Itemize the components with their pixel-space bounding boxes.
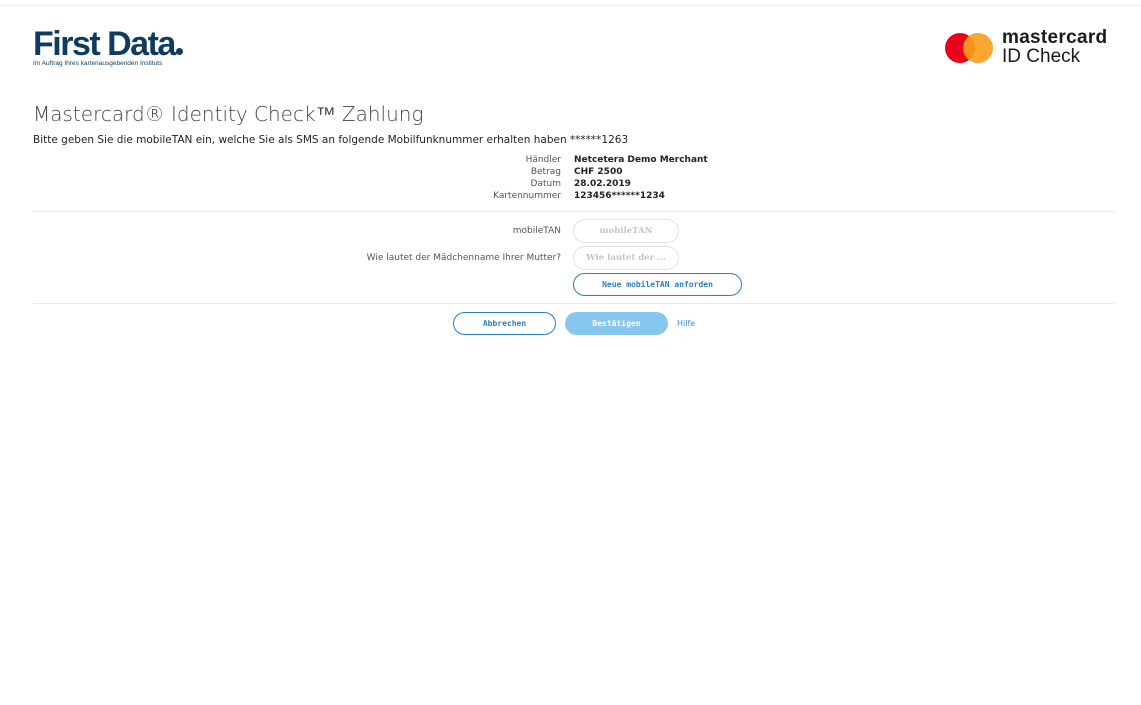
page: First Data Im Auftrag Ihres kartenausgeb… bbox=[0, 0, 1141, 705]
mastercard-circles-icon bbox=[945, 33, 993, 63]
detail-label: Betrag bbox=[530, 167, 561, 177]
detail-row-merchant: Händler Netcetera Demo Merchant bbox=[0, 154, 1141, 166]
cancel-button[interactable]: Abbrechen bbox=[453, 312, 556, 335]
detail-row-amount: Betrag CHF 2500 bbox=[0, 166, 1141, 178]
detail-row-card-number: Kartennummer 123456******1234 bbox=[0, 190, 1141, 202]
security-question-label: Wie lautet der Mädchenname Ihrer Mutter? bbox=[366, 253, 561, 263]
transaction-details: Händler Netcetera Demo Merchant Betrag C… bbox=[0, 154, 1141, 202]
divider-top bbox=[33, 211, 1114, 212]
mobile-tan-input[interactable] bbox=[573, 219, 679, 243]
resend-tan-button[interactable]: Neue mobileTAN anforden bbox=[573, 273, 742, 296]
logo-dot-icon bbox=[175, 48, 183, 55]
id-check-wordmark: ID Check bbox=[1002, 46, 1081, 67]
mastercard-wordmark: mastercard bbox=[1002, 27, 1108, 48]
detail-row-date: Datum 28.02.2019 bbox=[0, 178, 1141, 190]
mastercard-yellow-circle bbox=[963, 33, 993, 63]
divider-bottom bbox=[33, 303, 1114, 304]
detail-value: Netcetera Demo Merchant bbox=[574, 155, 708, 165]
issuer-logo-text: First Data bbox=[33, 25, 176, 63]
mobile-tan-label: mobileTAN bbox=[512, 226, 561, 236]
detail-label: Kartennummer bbox=[493, 191, 561, 201]
top-strip bbox=[0, 0, 1141, 6]
detail-label: Datum bbox=[530, 179, 561, 189]
issuer-logo: First Data Im Auftrag Ihres kartenausgeb… bbox=[33, 26, 183, 68]
detail-label: Händler bbox=[525, 155, 561, 165]
help-link[interactable]: Hilfe bbox=[677, 319, 695, 328]
detail-value: 28.02.2019 bbox=[574, 179, 631, 189]
issuer-subtitle: Im Auftrag Ihres kartenausgebenden Insti… bbox=[33, 60, 163, 67]
mastercard-id-check-logo: mastercard ID Check bbox=[945, 27, 1108, 67]
confirm-button[interactable]: Bestätigen bbox=[565, 312, 668, 335]
mobile-tan-row: mobileTAN bbox=[0, 219, 1141, 243]
page-title: Mastercard® Identity Check™ Zahlung bbox=[33, 102, 424, 126]
security-question-input[interactable] bbox=[573, 246, 679, 270]
detail-value: 123456******1234 bbox=[574, 191, 665, 201]
security-question-row: Wie lautet der Mädchenname Ihrer Mutter? bbox=[0, 246, 1141, 270]
detail-value: CHF 2500 bbox=[574, 167, 623, 177]
instruction-text: Bitte geben Sie die mobileTAN ein, welch… bbox=[33, 134, 629, 146]
